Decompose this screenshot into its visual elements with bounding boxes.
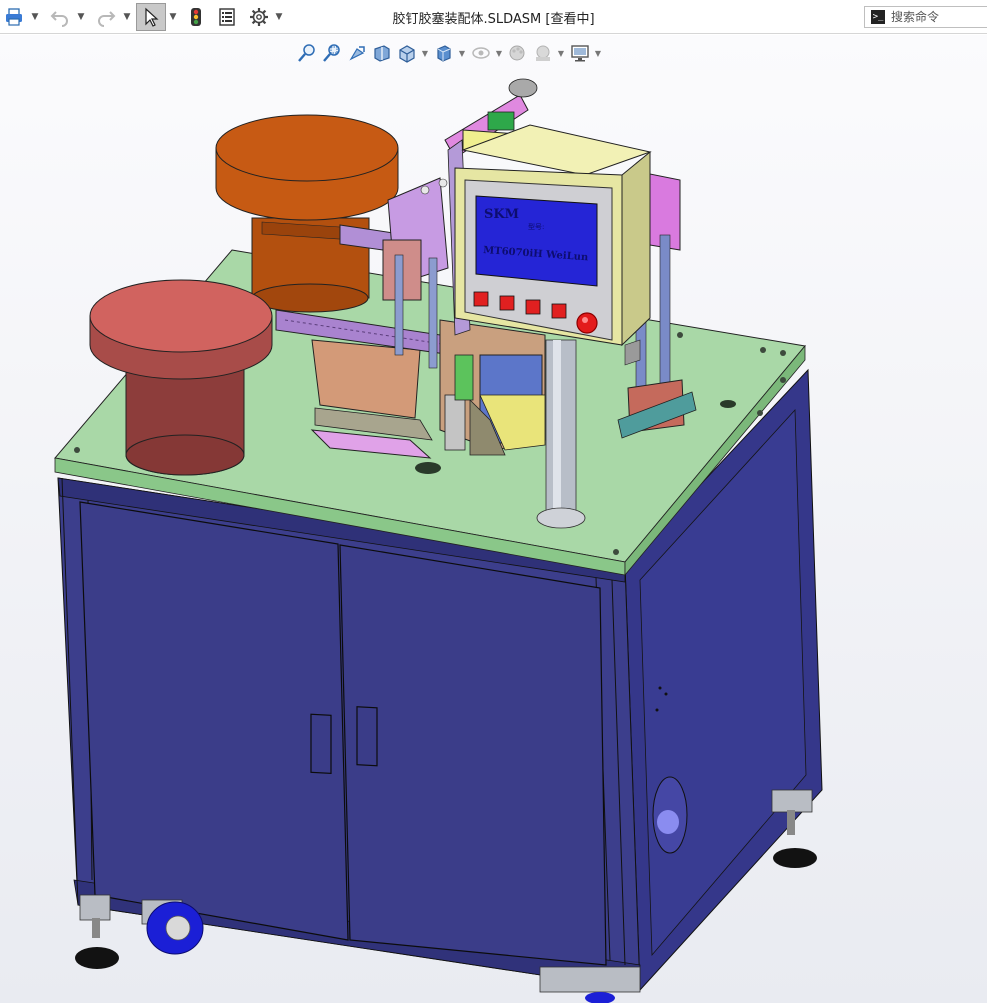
hmi-screen-brand: SKM — [484, 207, 519, 222]
hmi-control-box[interactable]: SKM 型号: MT6070iH WeiLun — [454, 124, 652, 347]
graphics-area[interactable]: ▼ ▼ ▼ ▼ ▼ SKM 型号: MT6070iH WeiLun — [0, 35, 987, 1003]
left-door-handle[interactable] — [310, 713, 332, 774]
hmi-button-3[interactable] — [525, 299, 541, 315]
right-door-handle[interactable] — [356, 706, 378, 767]
print-dropdown-caret[interactable]: ▼ — [30, 3, 40, 31]
print-icon — [6, 8, 22, 26]
hmi-button-1[interactable] — [473, 291, 489, 307]
redo-icon — [98, 11, 116, 27]
assembly-station[interactable] — [439, 319, 546, 456]
hmi-screen-sub: 型号: — [528, 222, 544, 231]
cabinet-right-door[interactable] — [339, 544, 607, 966]
command-search-box[interactable]: >_ — [864, 6, 987, 28]
hmi-button-2[interactable] — [499, 295, 515, 311]
hmi-box-side — [621, 150, 651, 347]
assembly-model[interactable]: SKM 型号: MT6070iH WeiLun — [0, 35, 987, 1003]
options-dropdown-caret[interactable]: ▼ — [274, 3, 284, 31]
command-search-input[interactable] — [891, 10, 981, 24]
cabinet-left-door[interactable] — [79, 501, 349, 941]
file-properties-button[interactable] — [214, 3, 240, 31]
redo-dropdown-caret[interactable]: ▼ — [122, 3, 132, 31]
feeder-base-bracket — [311, 339, 421, 419]
quick-access-toolbar: ▼ ▼ ▼ ▼ ▼ — [0, 2, 284, 32]
file-properties-icon — [219, 8, 235, 26]
command-prompt-icon: >_ — [871, 10, 885, 24]
options-gear-icon — [250, 8, 268, 26]
undo-button[interactable] — [46, 3, 74, 31]
select-dropdown-caret[interactable]: ▼ — [168, 3, 178, 31]
rebuild-traffic-light-icon — [191, 8, 201, 26]
tabletop-hole-2 — [720, 400, 736, 408]
rear-caster-wheel — [539, 966, 641, 1003]
rebuild-button[interactable] — [184, 3, 208, 31]
options-button[interactable] — [246, 3, 272, 31]
redo-button[interactable] — [92, 3, 120, 31]
select-button[interactable] — [136, 3, 166, 31]
tabletop-hole-1 — [415, 462, 441, 474]
title-bar: ▼ ▼ ▼ ▼ ▼ 胶钉胶塞装配体.SLDASM [查看中] >_ 搜索命令 — [0, 0, 987, 34]
undo-dropdown-caret[interactable]: ▼ — [76, 3, 86, 31]
hmi-emergency-stop[interactable] — [576, 312, 598, 334]
hmi-button-4[interactable] — [551, 303, 567, 319]
print-button[interactable] — [0, 3, 28, 31]
undo-icon — [50, 11, 68, 27]
select-arrow-icon — [145, 7, 159, 27]
